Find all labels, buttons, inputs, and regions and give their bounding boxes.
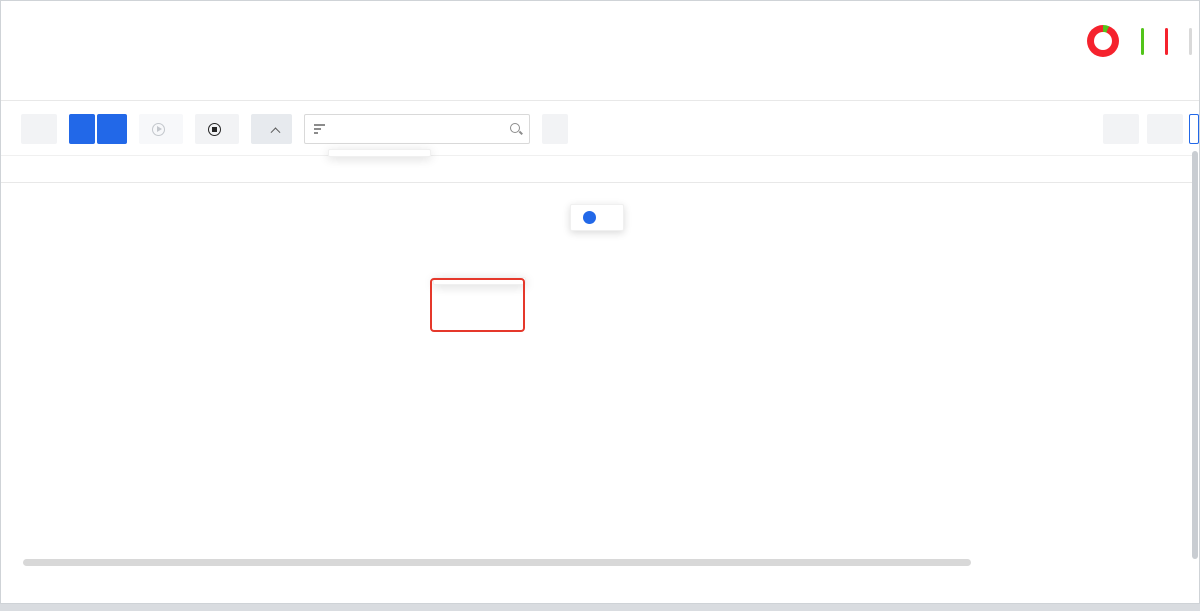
search-input[interactable] [333, 122, 509, 137]
other-bar-icon [1189, 28, 1192, 55]
export-button[interactable] [1147, 114, 1183, 144]
vm-table [1, 155, 1194, 183]
stop-icon [208, 123, 221, 136]
stop-button[interactable] [195, 114, 239, 144]
search-box[interactable] [304, 114, 530, 144]
selection-tooltip [570, 204, 624, 231]
vm-management-window [0, 0, 1200, 604]
filter-lines-icon [314, 124, 325, 134]
start-icon [152, 123, 165, 136]
running-bar-icon [1141, 28, 1144, 55]
search-icon[interactable] [509, 122, 523, 136]
more-actions-button[interactable] [97, 114, 127, 144]
batch-actions-menu [328, 149, 431, 157]
stopped-bar-icon [1165, 28, 1168, 55]
vm-stats-summary [1087, 21, 1199, 61]
vertical-scrollbar[interactable] [1192, 151, 1198, 559]
stat-other [1189, 28, 1199, 55]
settings-button[interactable] [1103, 114, 1139, 144]
page-header [1, 1, 1199, 73]
donut-chart-icon [1087, 25, 1119, 57]
chevron-up-icon [271, 127, 281, 137]
table-header-row [1, 155, 1194, 183]
horizontal-scrollbar[interactable] [23, 559, 971, 566]
start-button[interactable] [139, 114, 183, 144]
table-footer [1, 569, 1199, 603]
clipped-edge-button[interactable] [1189, 114, 1199, 144]
toolbar [1, 101, 1199, 155]
refresh-button[interactable] [21, 114, 57, 144]
batch-actions-button[interactable] [251, 114, 292, 144]
create-vm-button[interactable] [69, 114, 95, 144]
tag-button[interactable] [542, 114, 568, 144]
automation-submenu [433, 277, 526, 285]
info-icon [583, 211, 596, 224]
stat-stopped [1165, 28, 1175, 55]
red-annotation-box [430, 278, 525, 332]
toolbar-right [1103, 114, 1199, 144]
stat-running [1141, 28, 1151, 55]
tab-bar [1, 73, 1199, 101]
